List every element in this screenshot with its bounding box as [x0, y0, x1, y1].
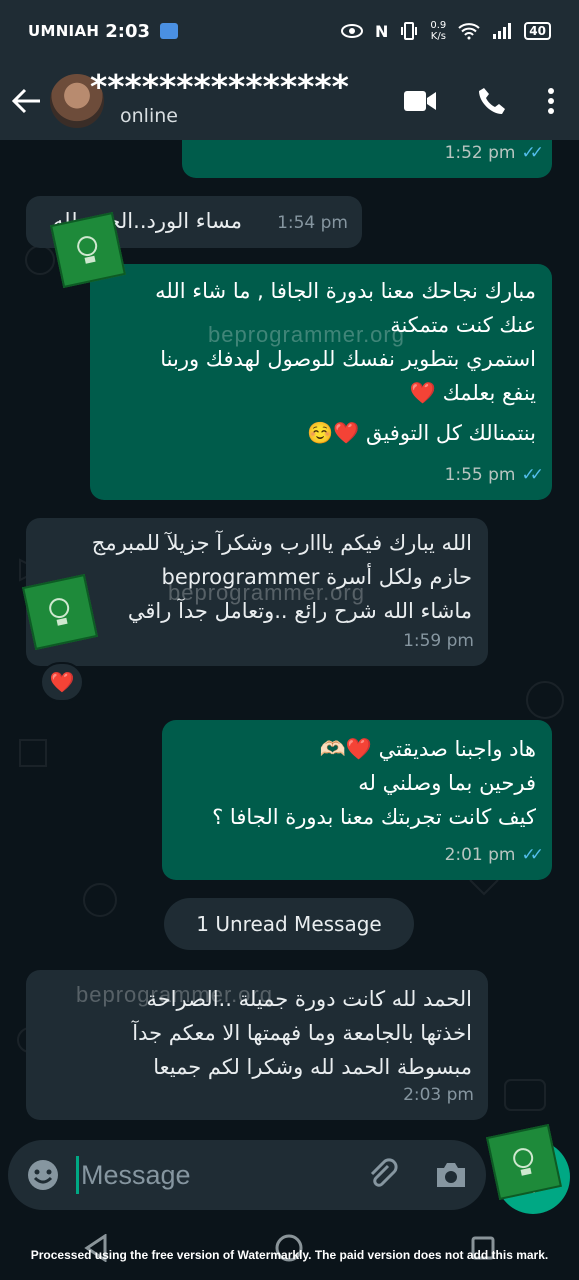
- message-bubble-outgoing[interactable]: 1:52 pm ✓✓: [182, 140, 552, 178]
- more-options-icon[interactable]: [547, 87, 555, 115]
- message-text-line: هاد واجبنا صديقتي ❤️🫶🏻: [319, 737, 536, 761]
- watermark-logo: [22, 574, 98, 650]
- net-speed: 0.9 K/s: [430, 20, 446, 42]
- lightbulb-icon: [513, 1148, 534, 1176]
- message-reaction[interactable]: ❤️: [40, 662, 84, 702]
- message-text-line: اخذتها بالجامعة وما فهمتها الا معكم جدآ: [132, 1021, 472, 1045]
- video-call-icon[interactable]: [403, 89, 437, 113]
- read-receipt-icon: ✓✓: [521, 845, 544, 865]
- message-time: 1:59 pm: [403, 631, 474, 651]
- watermark-text: beprogrammer.org: [208, 322, 405, 347]
- message-text-line: الله يبارك فيكم يااارب وشكرآ جزيلآ للمبر…: [91, 531, 472, 555]
- message-time: 1:52 pm: [444, 143, 516, 163]
- message-meta: 1:59 pm: [403, 624, 474, 658]
- lightbulb-icon: [49, 598, 70, 626]
- battery-indicator: 40: [524, 22, 551, 40]
- message-bubble-outgoing[interactable]: مبارك نجاحك معنا بدورة الجافا , ما شاء ا…: [90, 264, 552, 500]
- notification-icon: [160, 23, 178, 39]
- phone-call-icon[interactable]: [477, 86, 507, 116]
- back-button[interactable]: [4, 88, 50, 114]
- status-bar: UMNIAH 2:03 N 0.9 K/s 40: [0, 0, 579, 62]
- message-text-line: فرحين بما وصلني له: [358, 771, 536, 795]
- unread-messages-divider: 1 Unread Message: [164, 898, 414, 950]
- emoji-icon[interactable]: [26, 1158, 60, 1192]
- status-time: 2:03: [105, 20, 150, 42]
- message-text-line: ينفع بعلمك ❤️: [409, 381, 536, 405]
- watermark-text: beprogrammer.org: [168, 580, 365, 605]
- message-text-line: مبارك نجاحك معنا بدورة الجافا , ما شاء ا…: [155, 279, 536, 303]
- contact-status: online: [120, 105, 178, 127]
- message-meta: 1:54 pm: [277, 206, 348, 240]
- read-receipt-icon: ✓✓: [521, 143, 544, 163]
- message-bubble-outgoing[interactable]: هاد واجبنا صديقتي ❤️🫶🏻 فرحين بما وصلني ل…: [162, 720, 552, 880]
- message-input[interactable]: [81, 1159, 321, 1191]
- read-receipt-icon: ✓✓: [521, 465, 544, 485]
- message-time: 1:54 pm: [277, 213, 348, 233]
- message-text-line: بنتمنالك كل التوفيق ❤️☺️: [306, 421, 536, 445]
- arrow-left-icon: [12, 88, 40, 114]
- net-speed-value: 0.9: [430, 20, 447, 31]
- message-time: 1:55 pm: [444, 465, 516, 485]
- wifi-icon: [458, 23, 480, 40]
- watermark-logo: [486, 1124, 562, 1200]
- footer-watermark: Processed using the free version of Wate…: [30, 1248, 549, 1262]
- contact-name: ***************: [90, 67, 349, 106]
- message-text-line: كيف كانت تجربتك معنا بدورة الجافا ؟: [212, 805, 536, 829]
- nfc-icon: N: [375, 21, 389, 41]
- chat-header: *************** online: [0, 62, 579, 140]
- signal-icon: [493, 23, 512, 39]
- message-meta: 1:52 pm ✓✓: [444, 140, 544, 170]
- watermark-logo: [50, 212, 126, 288]
- message-time: 2:03 pm: [403, 1085, 474, 1105]
- message-meta: 2:01 pm ✓✓: [444, 838, 544, 872]
- attach-icon[interactable]: [366, 1158, 400, 1192]
- camera-icon[interactable]: [434, 1160, 468, 1190]
- message-meta: 2:03 pm: [403, 1078, 474, 1112]
- chat-messages[interactable]: 1:52 pm ✓✓ مساء الورد..الحمد لله 1:54 pm…: [0, 140, 579, 1138]
- message-time: 2:01 pm: [444, 845, 516, 865]
- eye-icon: [341, 24, 363, 38]
- carrier-name: UMNIAH: [28, 22, 100, 40]
- net-speed-unit: K/s: [430, 31, 446, 42]
- vibrate-icon: [401, 22, 418, 40]
- watermark-text: beprogrammer.org: [76, 982, 273, 1007]
- text-cursor: [76, 1156, 79, 1194]
- contact-info[interactable]: *************** online: [90, 67, 403, 131]
- message-meta: 1:55 pm ✓✓: [444, 458, 544, 492]
- lightbulb-icon: [77, 236, 98, 264]
- message-composer[interactable]: [8, 1140, 486, 1210]
